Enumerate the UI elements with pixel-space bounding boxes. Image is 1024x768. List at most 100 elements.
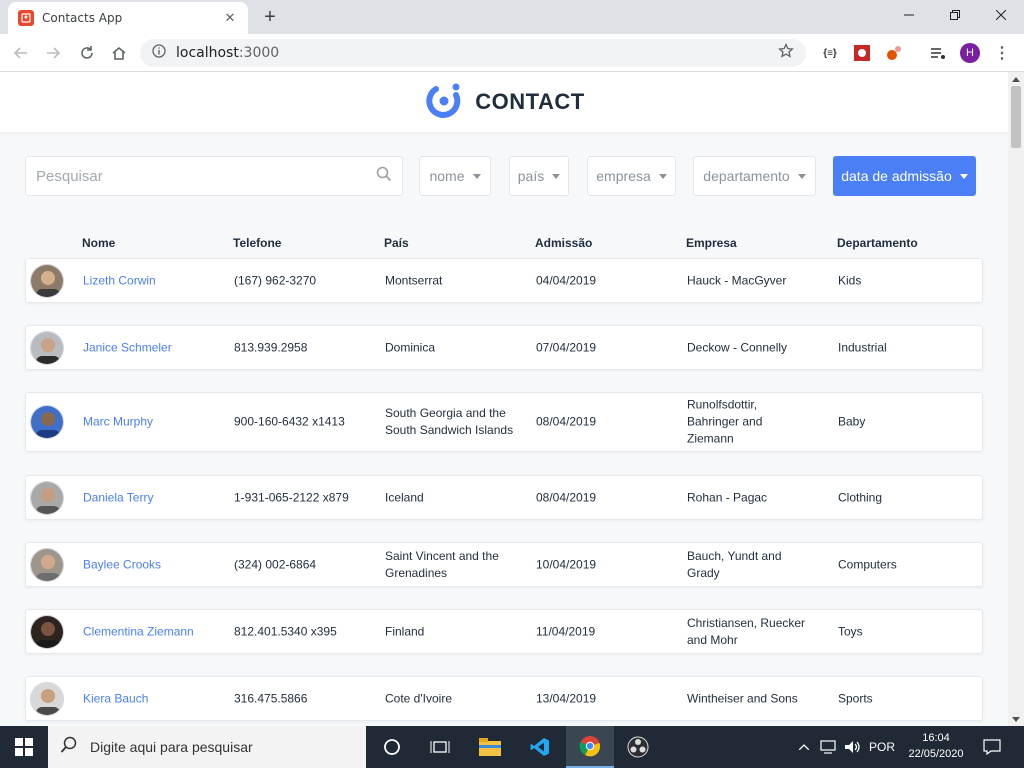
new-tab-icon[interactable]: +	[258, 6, 282, 30]
contact-country: Finland	[385, 624, 425, 638]
site-info-icon[interactable]	[152, 43, 166, 63]
search-box	[25, 156, 403, 196]
close-tab-icon[interactable]: ✕	[222, 10, 238, 26]
contact-name[interactable]: Lizeth Corwin	[83, 272, 156, 289]
home-icon[interactable]	[108, 42, 130, 64]
network-icon[interactable]	[818, 726, 840, 768]
taskbar-search-placeholder: Digite aqui para pesquisar	[90, 739, 253, 755]
language-indicator[interactable]: POR	[866, 726, 898, 768]
table-row[interactable]: Kiera Bauch 316.475.5866 Cote d'Ivoire 1…	[25, 676, 983, 721]
table-row[interactable]: Clementina Ziemann 812.401.5340 x395 Fin…	[25, 609, 983, 654]
filter-name-dropdown[interactable]: nome	[419, 156, 491, 196]
search-icon[interactable]	[376, 166, 392, 187]
file-explorer-icon[interactable]	[466, 726, 514, 768]
extension-icon[interactable]	[852, 43, 872, 63]
column-header-phone[interactable]: Telefone	[233, 236, 281, 250]
contact-country: South Georgia and the South Sandwich Isl…	[385, 406, 514, 437]
table-row[interactable]: Marc Murphy 900-160-6432 x1413 South Geo…	[25, 392, 983, 452]
taskbar-search-box[interactable]: Digite aqui para pesquisar	[48, 726, 366, 768]
extension-icon[interactable]	[884, 43, 904, 63]
address-bar[interactable]: localhost:3000	[140, 39, 806, 67]
chevron-down-icon	[797, 173, 806, 179]
menu-icon[interactable]: ⋮	[992, 43, 1012, 63]
contact-country: Saint Vincent and the Grenadines	[385, 548, 499, 580]
contact-phone: (167) 962-3270	[234, 273, 317, 287]
volume-icon[interactable]	[842, 726, 864, 768]
contact-company: Deckow - Connelly	[687, 340, 788, 354]
chevron-down-icon	[472, 173, 481, 179]
close-window-icon[interactable]	[978, 0, 1024, 30]
logo-text: CONTACT	[475, 89, 585, 114]
filter-company-dropdown[interactable]: empresa	[587, 156, 676, 196]
contact-admission: 10/04/2019	[536, 557, 597, 571]
browser-tab[interactable]: Contacts App ✕	[8, 2, 248, 34]
filter-company-label: empresa	[596, 168, 651, 184]
tray-chevron-up-icon[interactable]	[796, 726, 812, 768]
contact-admission: 04/04/2019	[536, 273, 597, 287]
chevron-down-icon	[552, 173, 561, 179]
task-view-icon[interactable]	[416, 726, 464, 768]
contact-company: Wintheiser and Sons	[687, 691, 798, 705]
filter-department-dropdown[interactable]: departamento	[693, 156, 816, 196]
tab-title: Contacts App	[42, 11, 123, 25]
contact-name[interactable]: Kiera Bauch	[83, 690, 148, 707]
contact-department: Clothing	[838, 490, 883, 504]
profile-avatar[interactable]: H	[960, 43, 980, 63]
reload-icon[interactable]	[76, 42, 98, 64]
url-text: localhost:3000	[176, 45, 279, 61]
search-input[interactable]	[36, 167, 376, 185]
contact-name[interactable]: Clementina Ziemann	[83, 623, 194, 640]
table-row[interactable]: Daniela Terry 1-931-065-2122 x879 Icelan…	[25, 475, 983, 520]
contact-name[interactable]: Baylee Crooks	[83, 556, 161, 573]
forward-icon[interactable]	[42, 42, 64, 64]
cortana-icon[interactable]	[368, 726, 416, 768]
media-icon[interactable]	[928, 43, 948, 63]
avatar	[30, 614, 64, 649]
back-icon[interactable]	[10, 42, 32, 64]
contact-country: Cote d'Ivoire	[385, 691, 452, 705]
contact-company: Rohan - Pagac	[687, 490, 768, 504]
browser-toolbar: localhost:3000 {≡} H ⋮	[0, 34, 1024, 72]
column-header-country[interactable]: País	[384, 236, 409, 250]
contact-company: Runolfsdottir, Bahringer and Ziemann	[687, 397, 763, 446]
bookmark-star-icon[interactable]	[778, 42, 794, 64]
obs-icon[interactable]	[614, 726, 662, 768]
vscode-icon[interactable]	[516, 726, 564, 768]
contact-phone: 316.475.5866	[234, 691, 308, 705]
restore-icon[interactable]	[932, 0, 978, 30]
contact-name[interactable]: Janice Schmeler	[83, 339, 172, 356]
filter-country-dropdown[interactable]: país	[509, 156, 569, 196]
clock-date: 22/05/2020	[908, 748, 964, 760]
column-header-department[interactable]: Departamento	[837, 236, 918, 250]
table-row[interactable]: Baylee Crooks (324) 002-6864 Saint Vince…	[25, 542, 983, 587]
system-clock[interactable]: 16:04 22/05/2020	[900, 730, 972, 762]
contact-phone: 813.939.2958	[234, 340, 308, 354]
column-header-name[interactable]: Nome	[82, 236, 115, 250]
contact-department: Toys	[838, 624, 863, 638]
column-header-admission[interactable]: Admissão	[535, 236, 592, 250]
chrome-icon[interactable]	[566, 726, 614, 768]
minimize-icon[interactable]	[886, 0, 932, 30]
page-scrollbar[interactable]	[1008, 72, 1024, 726]
filter-admission-dropdown[interactable]: data de admissão	[833, 156, 976, 196]
contact-name[interactable]: Marc Murphy	[83, 414, 153, 431]
avatar	[30, 330, 64, 365]
table-row[interactable]: Janice Schmeler 813.939.2958 Dominica 07…	[25, 325, 983, 370]
contact-company: Bauch, Yundt and Grady	[687, 548, 782, 580]
clock-time: 16:04	[922, 732, 950, 744]
table-header: Nome Telefone País Admissão Empresa Depa…	[25, 236, 983, 252]
contact-company: Christiansen, Ruecker and Mohr	[687, 615, 806, 647]
table-row[interactable]: Lizeth Corwin (167) 962-3270 Montserrat …	[25, 258, 983, 303]
contact-admission: 07/04/2019	[536, 340, 597, 354]
contact-name[interactable]: Daniela Terry	[83, 489, 153, 506]
scroll-down-icon[interactable]	[1008, 712, 1024, 726]
notifications-icon[interactable]	[980, 726, 1004, 768]
windows-start-icon[interactable]	[0, 726, 48, 768]
scrollbar-thumb[interactable]	[1011, 86, 1021, 148]
column-header-company[interactable]: Empresa	[686, 236, 737, 250]
scroll-up-icon[interactable]	[1008, 72, 1024, 86]
json-extension-icon[interactable]: {≡}	[820, 43, 840, 63]
contact-phone: 900-160-6432 x1413	[234, 414, 345, 429]
contact-company: Hauck - MacGyver	[687, 273, 787, 287]
url-port: :3000	[238, 45, 280, 61]
